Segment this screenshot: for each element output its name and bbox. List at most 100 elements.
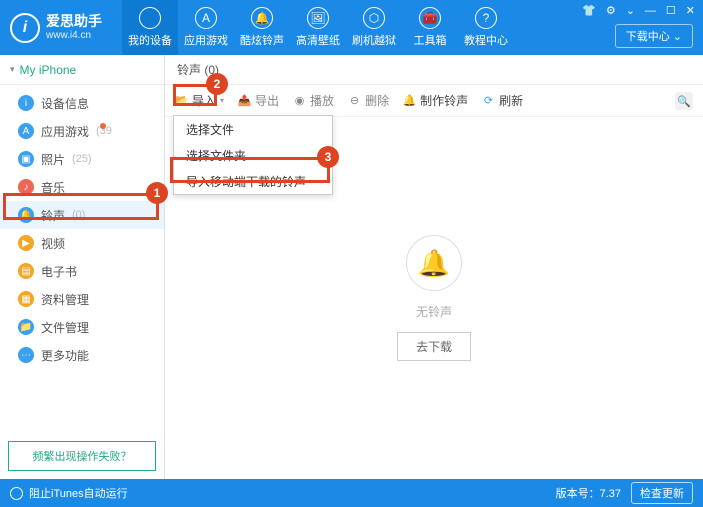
nav-label: 我的设备 bbox=[128, 32, 172, 48]
empty-bell-icon: 🔔 bbox=[406, 235, 462, 291]
sidebar-item-label: 更多功能 bbox=[41, 347, 89, 364]
dropdown-icon[interactable]: ⌄ bbox=[626, 4, 635, 17]
nav-ringtones[interactable]: 🔔 酷炫铃声 bbox=[234, 0, 290, 55]
nav-label: 酷炫铃声 bbox=[240, 32, 284, 48]
dropdown-select-file[interactable]: 选择文件 bbox=[174, 116, 332, 142]
apps-icon: A bbox=[18, 123, 34, 139]
toolbar-label: 刷新 bbox=[499, 92, 523, 109]
minimize-button[interactable]: — bbox=[645, 5, 656, 17]
sidebar-item-label: 资料管理 bbox=[41, 291, 89, 308]
sidebar-item-count: (25) bbox=[72, 153, 92, 165]
app-logo: i 爱思助手 www.i4.cn bbox=[10, 13, 102, 43]
main-area: My iPhone i设备信息 A应用游戏(39 ▣照片(25) ♪音乐 🔔铃声… bbox=[0, 55, 703, 479]
help-icon: ? bbox=[475, 7, 497, 29]
video-icon: ▶ bbox=[18, 235, 34, 251]
refresh-icon: ⟳ bbox=[482, 94, 495, 107]
nav-label: 工具箱 bbox=[414, 32, 447, 48]
refresh-button[interactable]: ⟳ 刷新 bbox=[482, 92, 523, 109]
sidebar-item-count: (0) bbox=[72, 209, 85, 221]
top-nav: 我的设备 A 应用游戏 🔔 酷炫铃声 🖼高清壁纸 ⬡ 刷机越狱 🧰 工具箱 ? 教程中心 bbox=[122, 0, 514, 55]
nav-wallpapers[interactable]: 🖼高清壁纸 bbox=[290, 0, 346, 55]
nav-jailbreak[interactable]: ⬡ 刷机越狱 bbox=[346, 0, 402, 55]
sidebar-item-music[interactable]: ♪ 音乐 bbox=[0, 173, 164, 201]
bell-icon: 🔔 bbox=[251, 7, 273, 29]
nav-label: 教程中心 bbox=[464, 32, 508, 48]
toolbar-label: 制作铃声 bbox=[420, 92, 468, 109]
status-left[interactable]: 阻止iTunes自动运行 bbox=[10, 485, 128, 501]
app-url: www.i4.cn bbox=[46, 30, 102, 41]
sidebar: My iPhone i设备信息 A应用游戏(39 ▣照片(25) ♪音乐 🔔铃声… bbox=[0, 55, 165, 479]
toolbar-label: 导出 bbox=[255, 92, 279, 109]
nav-label: 应用游戏 bbox=[184, 32, 228, 48]
nav-apps[interactable]: A 应用游戏 bbox=[178, 0, 234, 55]
sidebar-item-label: 音乐 bbox=[41, 179, 65, 196]
go-download-button[interactable]: 去下载 bbox=[397, 332, 471, 361]
sidebar-item-label: 文件管理 bbox=[41, 319, 89, 336]
delete-button[interactable]: ⊖删除 bbox=[348, 92, 389, 109]
badge-dot bbox=[100, 123, 106, 129]
check-update-button[interactable]: 检查更新 bbox=[631, 482, 693, 504]
status-text: 阻止iTunes自动运行 bbox=[29, 485, 128, 501]
sidebar-item-label: 应用游戏 bbox=[41, 123, 89, 140]
photo-icon: ▣ bbox=[18, 151, 34, 167]
nav-tutorials[interactable]: ? 教程中心 bbox=[458, 0, 514, 55]
app-name: 爱思助手 bbox=[46, 14, 102, 29]
book-icon: ▤ bbox=[18, 263, 34, 279]
search-button[interactable]: 🔍 bbox=[675, 92, 693, 110]
apps-icon: A bbox=[195, 7, 217, 29]
nav-my-device[interactable]: 我的设备 bbox=[122, 0, 178, 55]
download-center-button[interactable]: 下载中心 ⌄ bbox=[615, 24, 693, 48]
sidebar-item-label: 设备信息 bbox=[41, 95, 89, 112]
toolbox-icon: 🧰 bbox=[419, 7, 441, 29]
export-button[interactable]: 📤 导出 bbox=[238, 92, 279, 109]
sidebar-item-files[interactable]: 📁 文件管理 bbox=[0, 313, 164, 341]
chevron-down-icon: ▾ bbox=[220, 96, 224, 105]
sidebar-item-videos[interactable]: ▶ 视频 bbox=[0, 229, 164, 257]
maximize-button[interactable]: ☐ bbox=[666, 4, 676, 17]
sidebar-item-data[interactable]: ▦ 资料管理 bbox=[0, 285, 164, 313]
titlebar: i 爱思助手 www.i4.cn 我的设备 A 应用游戏 🔔 酷炫铃声 🖼高清壁纸 … bbox=[0, 0, 703, 55]
play-button[interactable]: ◉播放 bbox=[293, 92, 334, 109]
sidebar-item-more[interactable]: ⋯ 更多功能 bbox=[0, 341, 164, 369]
logo-icon: i bbox=[10, 13, 40, 43]
box-icon: ⬡ bbox=[363, 7, 385, 29]
folder-open-icon: 📂 bbox=[175, 94, 188, 107]
dropdown-import-mobile[interactable]: 导入移动端下载的铃声 bbox=[174, 168, 332, 194]
delete-icon: ⊖ bbox=[348, 94, 361, 107]
import-dropdown: 选择文件 选择文件夹 导入移动端下载的铃声 bbox=[173, 115, 333, 195]
version-label: 版本号：7.37 bbox=[556, 485, 621, 501]
music-icon: ♪ bbox=[18, 179, 34, 195]
settings-icon[interactable]: ⚙ bbox=[606, 4, 616, 17]
sidebar-list: i设备信息 A应用游戏(39 ▣照片(25) ♪音乐 🔔铃声(0) ▶视频 ▤电… bbox=[0, 85, 164, 433]
export-icon: 📤 bbox=[238, 94, 251, 107]
nav-toolbox[interactable]: 🧰 工具箱 bbox=[402, 0, 458, 55]
nav-label: 刷机越狱 bbox=[352, 32, 396, 48]
bell-icon: 🔔 bbox=[18, 207, 34, 223]
import-button[interactable]: 📂 导入 ▾ bbox=[175, 92, 224, 109]
image-icon: 🖼 bbox=[307, 7, 329, 29]
empty-text: 无铃声 bbox=[416, 303, 452, 320]
close-button[interactable]: ✕ bbox=[686, 4, 695, 17]
content-area: 铃声 (0) 📂导入▾ 📤导出 ◉播放 ⊖删除 🔔制作铃声 ⟳刷新 🔍 选择文件… bbox=[165, 55, 703, 479]
toolbar-label: 导入 bbox=[192, 92, 216, 109]
data-icon: ▦ bbox=[18, 291, 34, 307]
sidebar-item-label: 视频 bbox=[41, 235, 65, 252]
more-icon: ⋯ bbox=[18, 347, 34, 363]
device-selector[interactable]: My iPhone bbox=[0, 55, 164, 85]
sidebar-item-ebooks[interactable]: ▤电子书 bbox=[0, 257, 164, 285]
statusbar: 阻止iTunes自动运行 版本号：7.37 检查更新 bbox=[0, 479, 703, 507]
shirt-icon[interactable]: 👕 bbox=[582, 4, 596, 17]
sidebar-item-label: 铃声 bbox=[41, 207, 65, 224]
dropdown-select-folder[interactable]: 选择文件夹 bbox=[174, 142, 332, 168]
device-name: My iPhone bbox=[20, 63, 77, 77]
folder-icon: 📁 bbox=[18, 319, 34, 335]
make-ringtone-button[interactable]: 🔔 制作铃声 bbox=[403, 92, 468, 109]
apple-icon bbox=[139, 7, 161, 29]
bell-plus-icon: 🔔 bbox=[403, 94, 416, 107]
sidebar-item-deviceinfo[interactable]: i设备信息 bbox=[0, 89, 164, 117]
sidebar-item-photos[interactable]: ▣照片(25) bbox=[0, 145, 164, 173]
sidebar-item-apps[interactable]: A应用游戏(39 bbox=[0, 117, 164, 145]
status-right: 版本号：7.37 检查更新 bbox=[556, 482, 693, 504]
sidebar-item-ringtones[interactable]: 🔔 铃声 (0) bbox=[0, 201, 164, 229]
help-link[interactable]: 频繁出现操作失败？ bbox=[8, 441, 156, 471]
